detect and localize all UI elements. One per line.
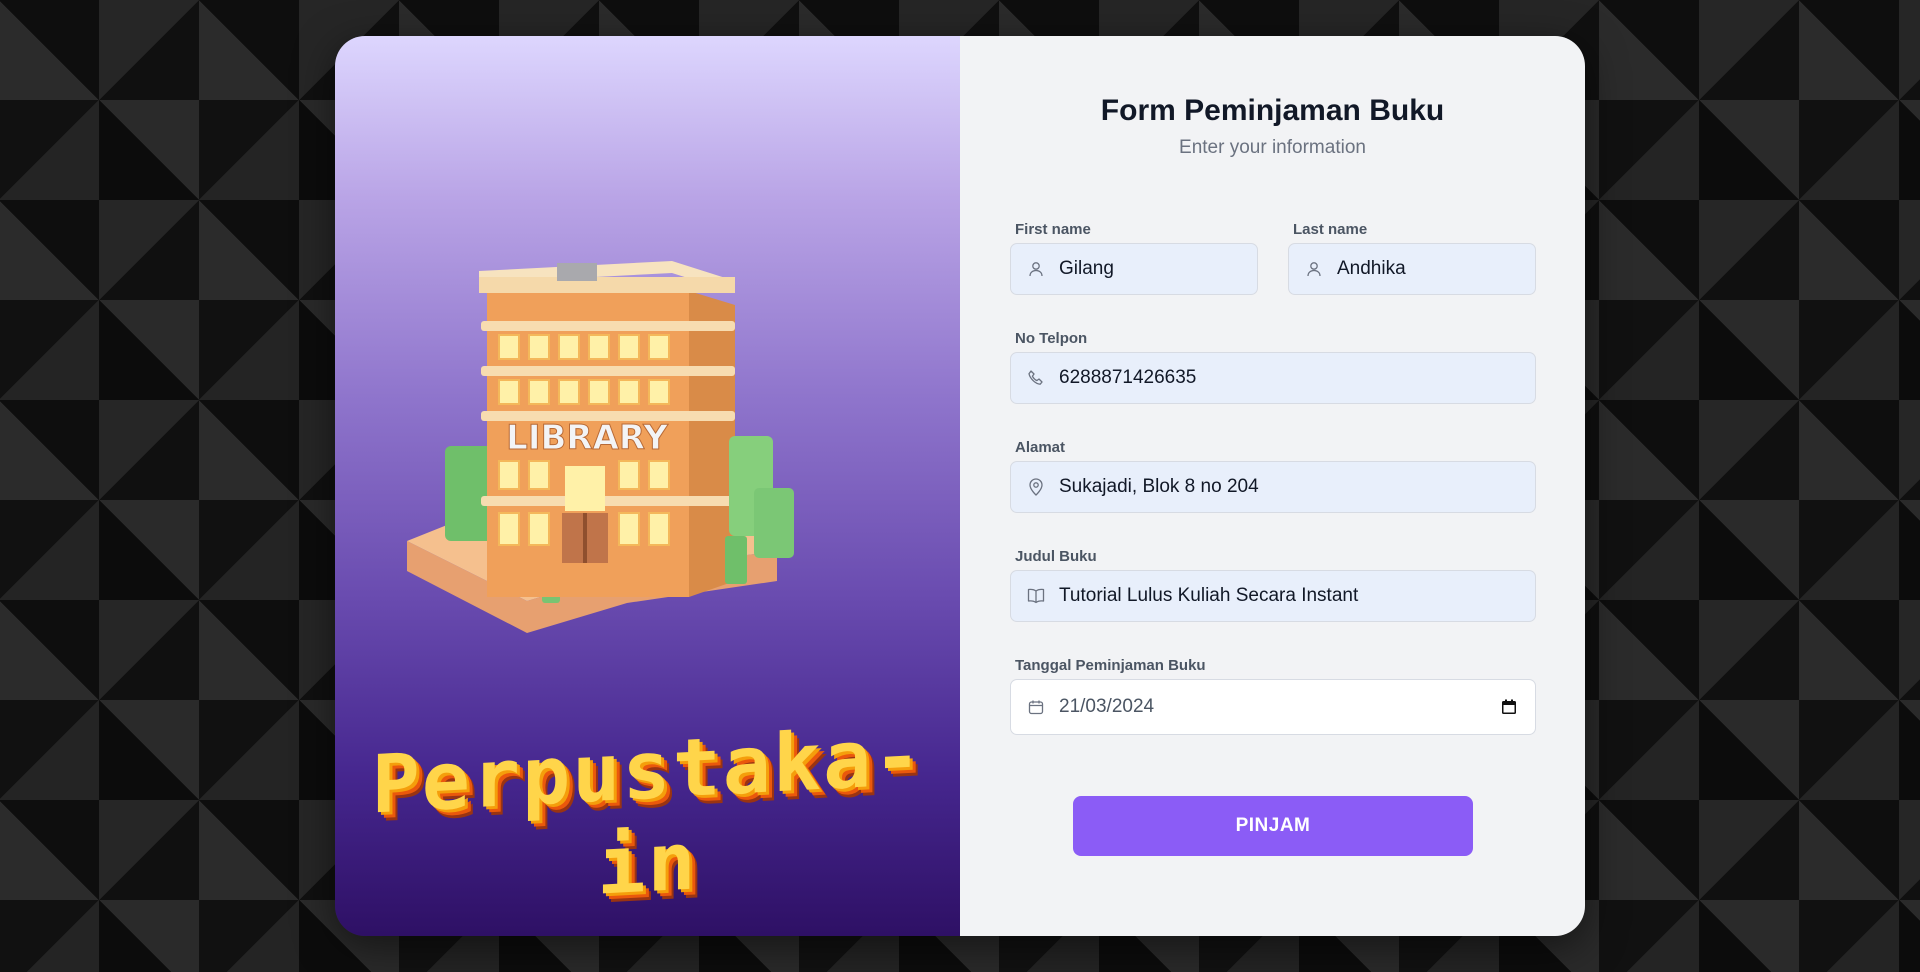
book-title-field[interactable]: Tutorial Lulus Kuliah Secara Instant [1010,570,1536,622]
address-label: Alamat [1015,439,1066,456]
first-name-field[interactable]: Gilang [1010,243,1258,295]
building-sign: LIBRARY [506,418,668,458]
phone-value: 6288871426635 [1059,367,1197,388]
last-name-label: Last name [1293,221,1368,238]
book-icon [1027,587,1045,605]
user-icon [1305,260,1323,278]
phone-label: No Telpon [1015,330,1088,347]
last-name-field[interactable]: Andhika [1288,243,1536,295]
calendar-icon [1027,698,1045,716]
loan-date-field[interactable]: 21/03/2024 [1010,679,1536,735]
first-name-value: Gilang [1059,258,1114,279]
phone-field[interactable]: 6288871426635 [1010,352,1536,404]
first-name-label: First name [1015,221,1091,238]
phone-icon [1027,369,1045,387]
loan-date-label: Tanggal Peminjaman Buku [1015,657,1206,674]
loan-date-value: 21/03/2024 [1059,696,1155,717]
library-building-illustration: LIBRARY [407,261,794,633]
pinjam-button[interactable]: PINJAM [1073,796,1473,856]
form-subtitle: Enter your information [1179,137,1366,158]
address-field[interactable]: Sukajadi, Blok 8 no 204 [1010,461,1536,513]
last-name-value: Andhika [1337,258,1406,279]
date-picker-icon[interactable] [1499,697,1519,717]
address-value: Sukajadi, Blok 8 no 204 [1059,476,1259,497]
app-logo: Perpustaka-in [371,709,924,913]
user-icon [1027,260,1045,278]
brand-panel: LIBRARY Perpustaka-in [335,36,960,936]
login-card: LIBRARY Perpustaka-in Form Peminjaman Bu… [335,36,1585,936]
book-title-label: Judul Buku [1015,548,1097,565]
form-panel: Form Peminjaman Buku Enter your informat… [960,36,1585,936]
map-pin-icon [1027,478,1045,496]
book-title-value: Tutorial Lulus Kuliah Secara Instant [1059,585,1359,606]
form-title: Form Peminjaman Buku [1100,94,1445,127]
